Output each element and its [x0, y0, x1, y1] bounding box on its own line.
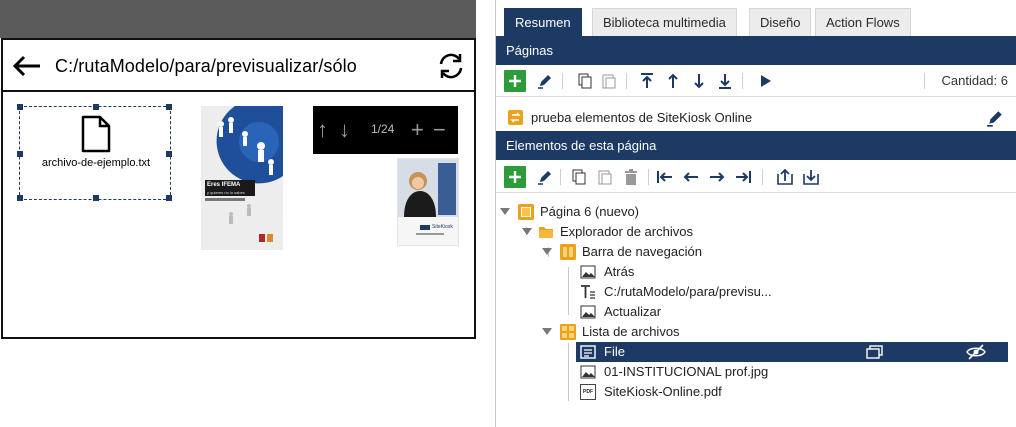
- paste-icon[interactable]: [594, 166, 616, 188]
- preview-topbar: [0, 0, 476, 38]
- page-icon: [508, 110, 523, 125]
- navigation-bar: C:/rutaModelo/para/previsualizar/sólo: [3, 40, 474, 92]
- tab-resumen[interactable]: Resumen: [504, 8, 582, 36]
- image-icon: [580, 364, 596, 380]
- navigation-bar-icon: [560, 244, 576, 260]
- move-first-icon[interactable]: [654, 166, 676, 188]
- file-list-icon: [560, 324, 576, 340]
- play-preview-icon[interactable]: [754, 70, 776, 92]
- resize-handle[interactable]: [93, 195, 99, 201]
- delete-trash-icon[interactable]: [620, 166, 642, 188]
- zoom-in-icon[interactable]: +: [411, 117, 424, 143]
- resize-handle[interactable]: [166, 104, 172, 110]
- duplicate-window-icon[interactable]: [866, 344, 883, 360]
- ifema-jpg-thumbnail[interactable]: Eres IFEMA y quieres no lo sabes: [201, 106, 283, 250]
- elements-toolbar: [496, 161, 1016, 193]
- ifema-subheading: y quieres no lo sabes: [207, 190, 245, 195]
- document-icon: [81, 115, 111, 153]
- move-down-icon[interactable]: [688, 70, 710, 92]
- pages-toolbar: Cantidad: 6: [496, 65, 1016, 97]
- resize-handle[interactable]: [17, 195, 23, 201]
- resize-handle[interactable]: [17, 104, 23, 110]
- edit-pencil-icon[interactable]: [534, 166, 556, 188]
- pdf-viewer-controls: ↑ ↓ 1/24 + −: [313, 106, 458, 154]
- tree-node-back[interactable]: Atrás: [496, 262, 1016, 282]
- image-icon: [580, 304, 596, 320]
- move-last-icon[interactable]: [732, 166, 754, 188]
- tree-node-nav-bar[interactable]: Barra de navegación: [496, 242, 1016, 262]
- copy-icon[interactable]: [574, 70, 596, 92]
- editor-panel: Resumen Biblioteca multimedia Diseño Act…: [496, 0, 1016, 427]
- tree-node-file-selected[interactable]: File: [576, 342, 1008, 362]
- file-template-icon: [580, 344, 596, 360]
- paste-icon[interactable]: [598, 70, 620, 92]
- arrow-up-icon[interactable]: ↑: [317, 117, 328, 143]
- page-list-item[interactable]: prueba elementos de SiteKiosk Online: [496, 104, 1016, 131]
- hidden-eye-icon[interactable]: [966, 344, 986, 360]
- element-tree: Página 6 (nuevo) Explorador de archivos …: [496, 195, 1016, 427]
- file-name-label: archivo-de-ejemplo.txt: [41, 157, 151, 169]
- arrow-down-icon[interactable]: ↓: [339, 117, 350, 143]
- file-explorer-preview: C:/rutaModelo/para/previsualizar/sólo ar…: [1, 38, 476, 339]
- tab-action-flows[interactable]: Action Flows: [815, 8, 911, 36]
- resize-handle[interactable]: [93, 104, 99, 110]
- move-right-icon[interactable]: [706, 166, 728, 188]
- add-page-button[interactable]: [504, 70, 526, 92]
- tree-node-page[interactable]: Página 6 (nuevo): [496, 202, 1016, 222]
- folder-icon: [538, 224, 554, 240]
- page-node-icon: [518, 204, 534, 220]
- copy-icon[interactable]: [568, 166, 590, 188]
- elements-section-header: Elementos de esta página: [496, 131, 1016, 160]
- tree-node-path-text[interactable]: C:/rutaModelo/para/previsu...: [496, 282, 1016, 302]
- ifema-heading: Eres IFEMA: [207, 182, 241, 188]
- sitekiosk-brand: SiteKiosk: [432, 224, 453, 230]
- edit-page-pencil-icon[interactable]: [986, 109, 1004, 127]
- tree-node-pdf[interactable]: PDF SiteKiosk-Online.pdf: [496, 382, 1016, 402]
- move-out-of-container-icon[interactable]: [774, 166, 796, 188]
- move-up-icon[interactable]: [662, 70, 684, 92]
- page-name: prueba elementos de SiteKiosk Online: [531, 110, 753, 125]
- move-to-bottom-icon[interactable]: [714, 70, 736, 92]
- tab-bar: Resumen Biblioteca multimedia Diseño Act…: [496, 0, 1016, 36]
- edit-pencil-icon[interactable]: [534, 70, 556, 92]
- preview-area: C:/rutaModelo/para/previsualizar/sólo ar…: [0, 0, 476, 427]
- tab-diseno[interactable]: Diseño: [749, 8, 812, 36]
- zoom-out-icon[interactable]: −: [433, 117, 446, 143]
- selected-file-item[interactable]: archivo-de-ejemplo.txt: [17, 104, 172, 201]
- path-label: C:/rutaModelo/para/previsualizar/sólo: [55, 56, 357, 76]
- tree-node-file-list[interactable]: Lista de archivos: [496, 322, 1016, 342]
- refresh-icon[interactable]: [435, 50, 467, 82]
- page-count-label: Cantidad: 6: [941, 73, 1009, 88]
- tree-node-refresh[interactable]: Actualizar: [496, 302, 1016, 322]
- tree-node-jpg[interactable]: 01-INSTITUCIONAL prof.jpg: [496, 362, 1016, 382]
- image-icon: [580, 264, 596, 280]
- pdf-badge: PDF: [583, 389, 593, 395]
- tab-biblioteca-multimedia[interactable]: Biblioteca multimedia: [592, 8, 737, 36]
- move-into-container-icon[interactable]: [800, 166, 822, 188]
- move-to-top-icon[interactable]: [636, 70, 658, 92]
- back-arrow-icon[interactable]: [11, 52, 43, 80]
- pages-section-header: Páginas: [496, 36, 1016, 65]
- move-left-icon[interactable]: [680, 166, 702, 188]
- text-icon: [580, 284, 596, 300]
- sitekiosk-pdf-thumbnail[interactable]: SiteKiosk: [397, 158, 459, 246]
- page-counter: 1/24: [371, 122, 395, 136]
- pdf-file-icon: PDF: [580, 384, 596, 400]
- resize-handle[interactable]: [166, 195, 172, 201]
- add-element-button[interactable]: [504, 166, 526, 188]
- tree-node-file-explorer[interactable]: Explorador de archivos: [496, 222, 1016, 242]
